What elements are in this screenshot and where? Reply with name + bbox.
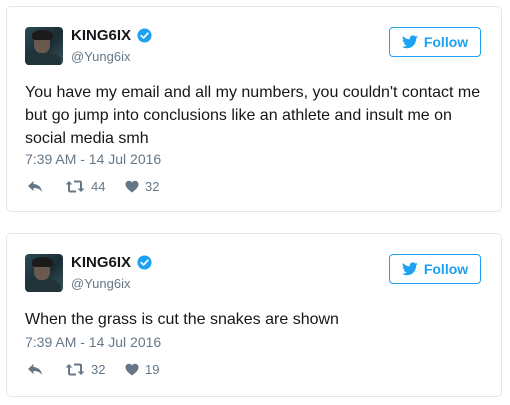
retweet-icon: [65, 180, 85, 193]
like-button[interactable]: 32: [125, 179, 175, 194]
tweet-actions: 44 32: [27, 179, 175, 194]
avatar[interactable]: [25, 254, 63, 292]
like-count: 19: [145, 362, 160, 377]
avatar[interactable]: [25, 27, 63, 65]
avatar-hair: [32, 30, 53, 40]
author-row: KING6IX: [71, 254, 152, 271]
retweet-button[interactable]: 32: [65, 362, 125, 377]
avatar-shoulders: [27, 53, 61, 65]
like-button[interactable]: 19: [125, 362, 175, 377]
tweet-card[interactable]: KING6IX @Yung6ix Follow When the grass i…: [6, 233, 502, 397]
reply-button[interactable]: [27, 363, 65, 376]
author-row: KING6IX: [71, 27, 152, 44]
tweet-card[interactable]: KING6IX @Yung6ix Follow You have my emai…: [6, 6, 502, 212]
reply-icon: [28, 364, 42, 375]
like-count: 32: [145, 179, 160, 194]
verified-badge-icon: [137, 255, 152, 270]
display-name[interactable]: KING6IX: [71, 254, 131, 271]
follow-button[interactable]: Follow: [389, 254, 481, 284]
retweet-icon: [65, 363, 85, 376]
verified-badge-icon: [137, 28, 152, 43]
retweet-count: 32: [91, 362, 106, 377]
retweet-count: 44: [91, 179, 106, 194]
user-handle[interactable]: @Yung6ix: [71, 49, 130, 64]
follow-label: Follow: [423, 34, 469, 50]
heart-icon: [125, 363, 139, 376]
twitter-bird-icon: [401, 35, 418, 49]
avatar-shoulders: [27, 280, 61, 292]
heart-icon: [125, 180, 139, 193]
tweet-timestamp[interactable]: 7:39 AM - 14 Jul 2016: [25, 151, 161, 167]
tweet-actions: 32 19: [27, 362, 175, 377]
user-handle[interactable]: @Yung6ix: [71, 276, 130, 291]
tweet-text: When the grass is cut the snakes are sho…: [25, 311, 339, 328]
tweet-text: You have my email and all my numbers, yo…: [25, 84, 481, 147]
reply-icon: [28, 181, 42, 192]
follow-label: Follow: [423, 261, 469, 277]
reply-button[interactable]: [27, 180, 65, 193]
retweet-button[interactable]: 44: [65, 179, 125, 194]
display-name[interactable]: KING6IX: [71, 27, 131, 44]
tweet-timestamp[interactable]: 7:39 AM - 14 Jul 2016: [25, 334, 161, 350]
avatar-hair: [32, 257, 53, 267]
follow-button[interactable]: Follow: [389, 27, 481, 57]
twitter-bird-icon: [401, 262, 418, 276]
